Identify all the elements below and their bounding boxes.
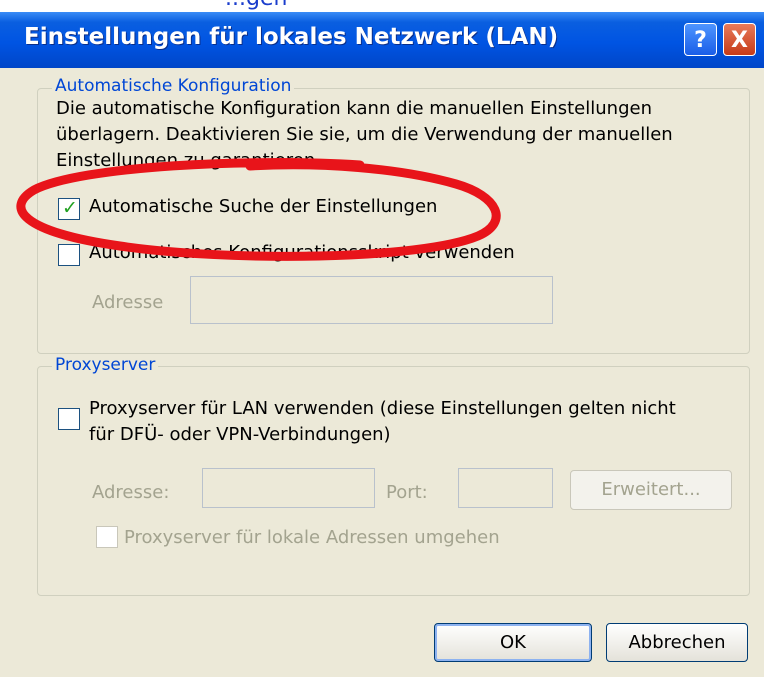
red-highlight-ellipse — [16, 158, 501, 261]
highlight-ellipse-path — [16, 158, 501, 261]
